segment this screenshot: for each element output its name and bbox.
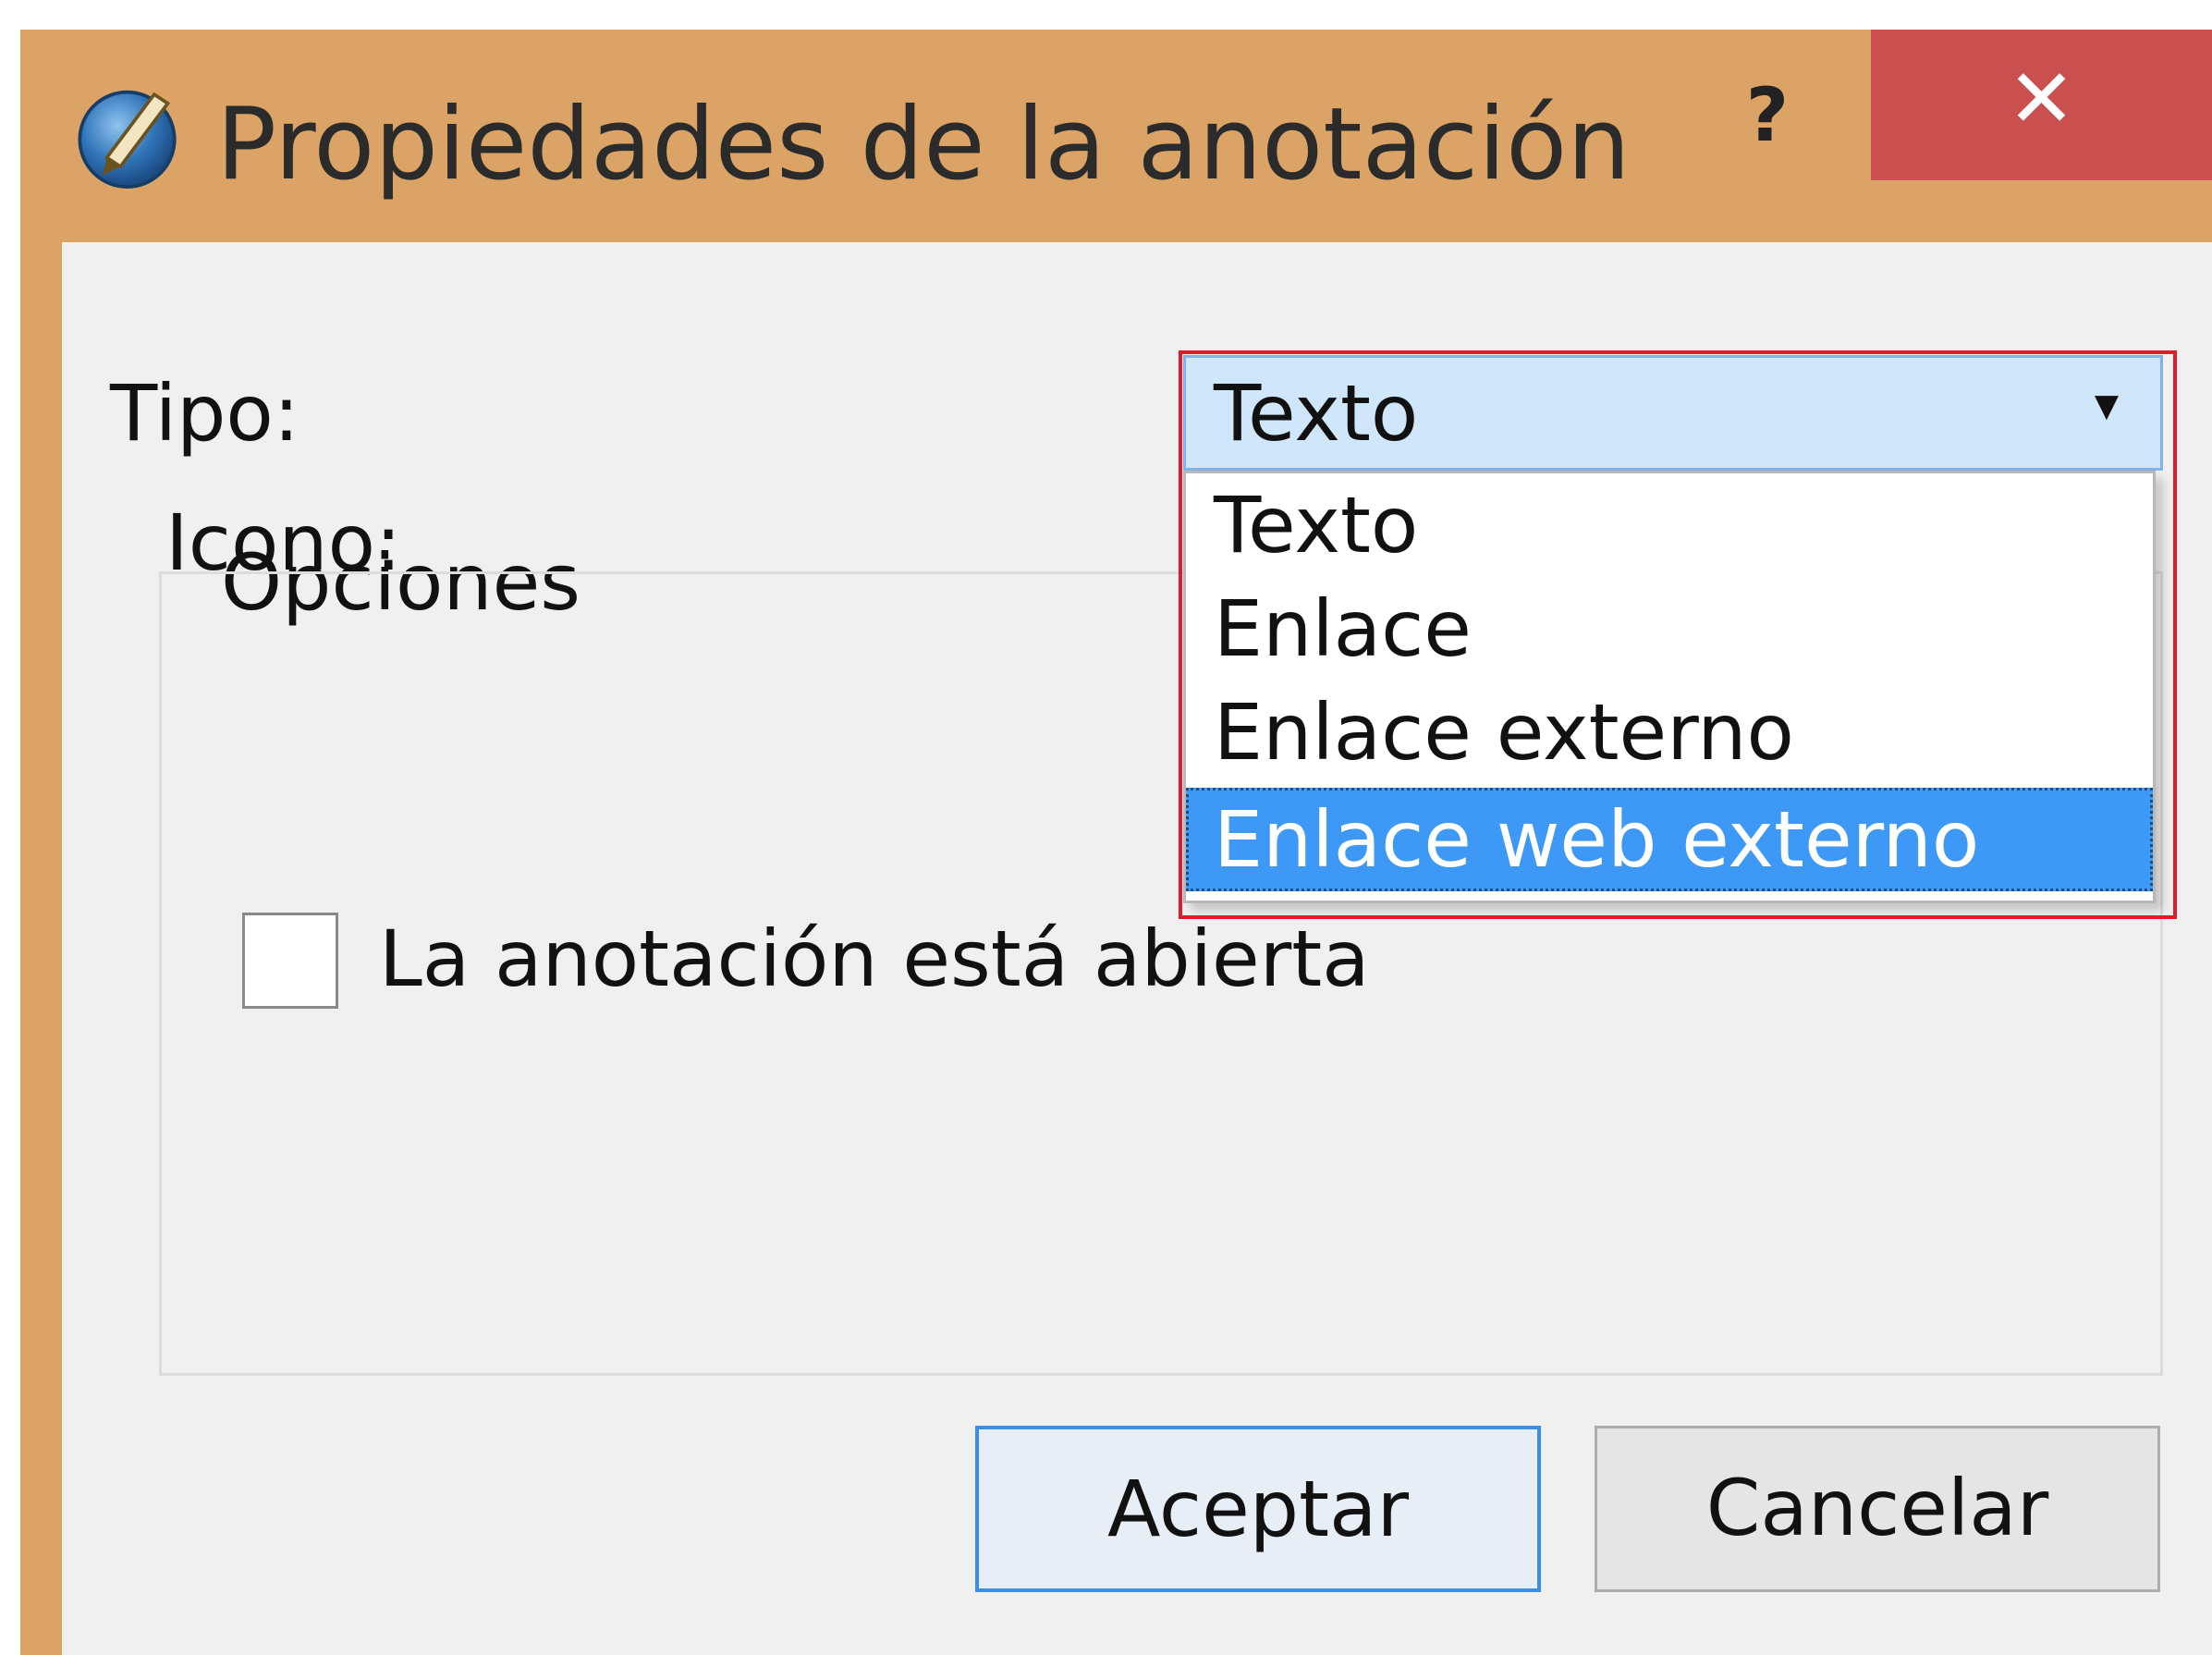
title-bar[interactable]: Propiedades de la anotación ? ✕	[20, 30, 2212, 239]
window-title: Propiedades de la anotación	[216, 87, 1631, 202]
close-button[interactable]: ✕	[1871, 30, 2212, 180]
dialog-window: Propiedades de la anotación ? ✕ Tipo: Op…	[20, 30, 2212, 1655]
cancel-button[interactable]: Cancelar	[1595, 1426, 2160, 1592]
dropdown-option-enlace[interactable]: Enlace	[1186, 577, 2153, 680]
chevron-down-icon[interactable]: ▼	[2095, 387, 2119, 424]
dropdown-option-enlace-web-externo[interactable]: Enlace web externo	[1186, 788, 2153, 891]
dropdown-option-enlace-externo[interactable]: Enlace externo	[1186, 680, 2153, 784]
annotation-open-checkbox[interactable]	[242, 913, 338, 1009]
annotation-pen-icon	[78, 90, 177, 189]
type-select[interactable]: Texto ▼	[1183, 355, 2163, 471]
dialog-body: Tipo: Opciones Icono: La anotación está …	[62, 242, 2212, 1655]
type-label: Tipo:	[110, 368, 300, 459]
icon-label: Icono:	[165, 497, 402, 588]
annotation-open-label[interactable]: La anotación está abierta	[379, 913, 1370, 1005]
ok-button[interactable]: Aceptar	[975, 1426, 1541, 1592]
type-dropdown-list: Texto Enlace Enlace externo Enlace web e…	[1183, 471, 2156, 903]
dropdown-option-texto[interactable]: Texto	[1186, 473, 2153, 577]
type-select-value: Texto	[1214, 368, 1419, 459]
help-button[interactable]: ?	[1730, 65, 1804, 176]
